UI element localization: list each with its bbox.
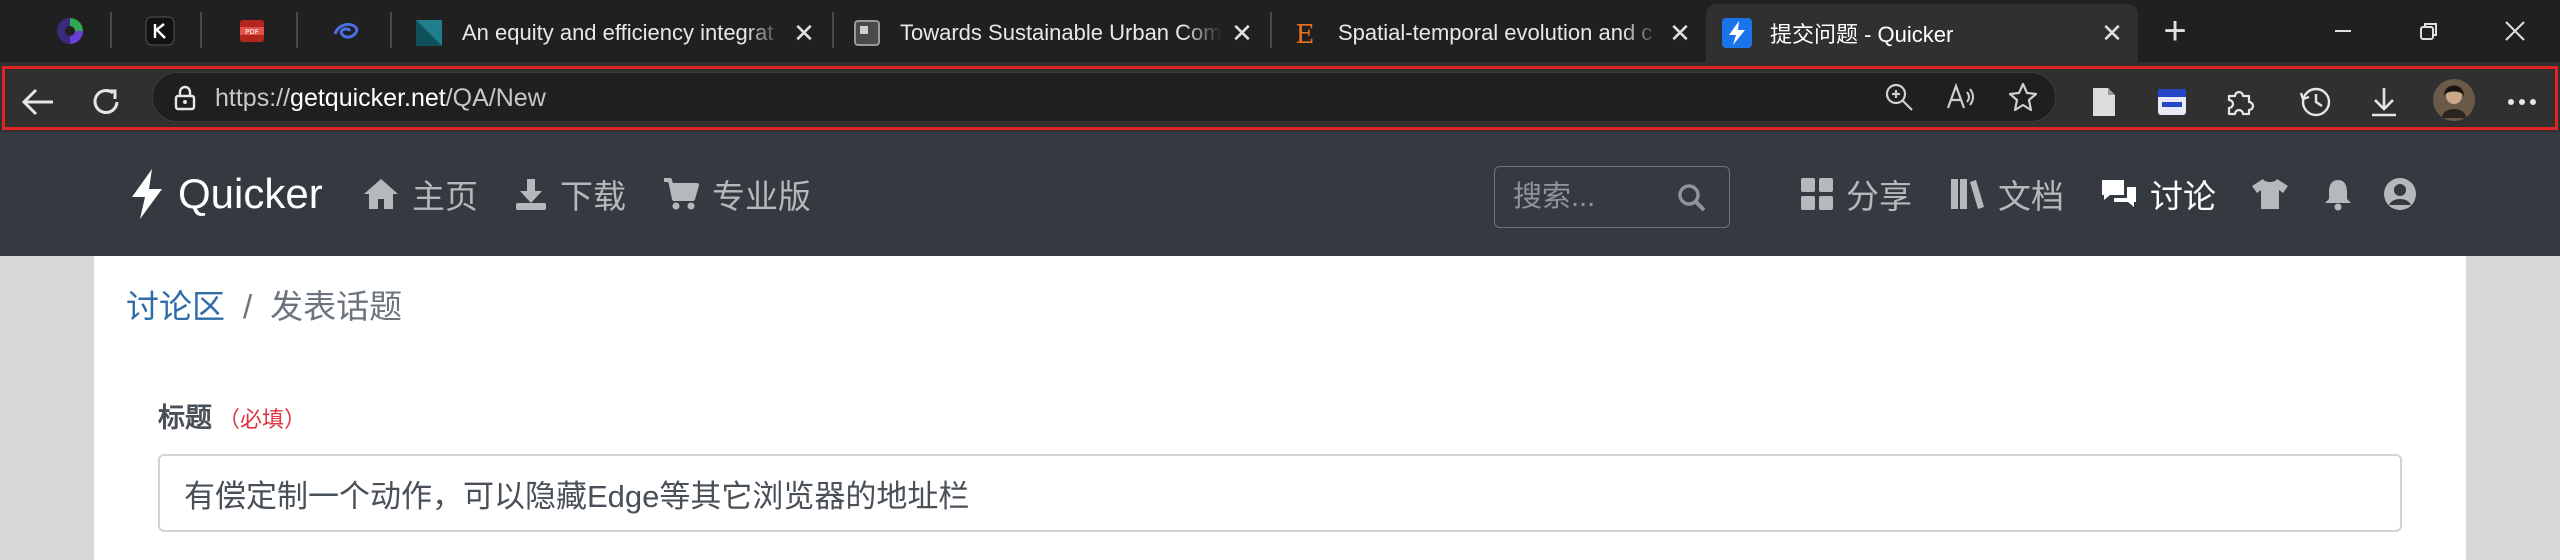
favorite-button[interactable] (1999, 73, 2047, 121)
tshirt-icon (2252, 179, 2288, 209)
site-brand-link[interactable]: Quicker (128, 164, 323, 224)
nav-discuss[interactable]: 讨论 (2100, 170, 2216, 218)
breadcrumb-link-forum[interactable]: 讨论区 (126, 288, 225, 325)
comments-icon (2102, 180, 2136, 207)
avatar (2433, 79, 2475, 121)
download-icon (2372, 88, 2396, 117)
swirl-logo-icon (333, 23, 359, 39)
grid-icon (1801, 178, 1833, 210)
window-panel-icon (2158, 89, 2186, 115)
home-icon (364, 179, 398, 209)
minimize-button[interactable] (2300, 0, 2386, 62)
tab-title: 提交问题 - Quicker (1770, 22, 1954, 47)
elsevier-icon: E (1290, 18, 1320, 48)
restore-icon (2420, 23, 2437, 40)
minimize-icon (2335, 30, 2351, 32)
search-input[interactable] (1495, 167, 1675, 227)
required-marker: （必填） (218, 407, 307, 432)
puzzle-icon (2227, 90, 2255, 116)
k-logo-icon (145, 16, 175, 46)
site-navbar: Quicker 主页 下载 专业版 分享 文档 讨论 (0, 132, 2560, 256)
more-dots-icon (2508, 99, 2536, 105)
tab-quicker-active[interactable]: 提交问题 - Quicker ✕ (1706, 4, 2138, 62)
nav-download[interactable]: 下载 (514, 170, 626, 218)
pinned-tab-swirl[interactable] (320, 8, 372, 54)
tab-title: An equity and efficiency integrat (462, 20, 774, 45)
refresh-button[interactable] (82, 78, 130, 126)
tab-sustainable-urban[interactable]: Towards Sustainable Urban Com ✕ (836, 4, 1268, 62)
new-tab-button[interactable]: + (2152, 8, 2198, 54)
extension-window-button[interactable] (2148, 78, 2196, 126)
nav-notifications[interactable] (2314, 170, 2362, 218)
close-icon (2505, 21, 2525, 41)
colorful-app-icon (57, 18, 83, 44)
page-viewport: Quicker 主页 下载 专业版 分享 文档 讨论 (0, 132, 2560, 560)
cart-icon (664, 178, 699, 210)
nav-home[interactable]: 主页 (362, 170, 478, 218)
tab-spatial-temporal[interactable]: E Spatial-temporal evolution and c ✕ (1274, 4, 1706, 62)
bell-icon (2325, 180, 2351, 211)
browser-tab-strip: PDF An equity and efficiency integrat ✕ … (0, 0, 2560, 62)
user-circle-icon (2384, 178, 2416, 210)
history-button[interactable] (2292, 78, 2340, 126)
breadcrumb-current: 发表话题 (270, 288, 403, 325)
back-arrow-icon (21, 88, 53, 116)
tab-equity-paper[interactable]: An equity and efficiency integrat ✕ (398, 4, 830, 62)
profile-button[interactable] (2430, 76, 2478, 124)
books-icon (1951, 179, 1984, 209)
window-close-button[interactable] (2472, 0, 2558, 62)
extensions-button[interactable] (2216, 78, 2264, 126)
download-icon (516, 179, 546, 210)
tab-title: Spatial-temporal evolution and c (1338, 20, 1653, 45)
back-button[interactable] (14, 78, 62, 126)
url-text[interactable]: https://getquicker.net/QA/New (215, 73, 546, 123)
svg-text:E: E (1296, 20, 1315, 48)
downloads-button[interactable] (2360, 78, 2408, 126)
star-icon (2008, 82, 2038, 112)
pinned-tab-k[interactable] (134, 8, 186, 54)
address-bar[interactable]: https://getquicker.net/QA/New (152, 72, 2056, 122)
refresh-icon (93, 89, 119, 114)
breadcrumb: 讨论区 / 发表话题 (126, 280, 402, 328)
zoom-button[interactable] (1875, 73, 1923, 121)
read-aloud-icon (1946, 82, 1974, 109)
brand-name: Quicker (178, 170, 323, 217)
close-icon[interactable]: ✕ (784, 13, 824, 53)
title-field-label: 标题 （必填） (158, 403, 307, 433)
history-icon (2299, 87, 2331, 117)
extension-page-button[interactable] (2080, 78, 2128, 126)
restore-button[interactable] (2386, 0, 2472, 62)
pinned-tab-app[interactable] (44, 8, 96, 54)
pdf-icon: PDF (240, 20, 264, 42)
nav-shirt[interactable] (2246, 170, 2294, 218)
lock-icon[interactable] (173, 85, 197, 111)
pinned-tab-pdf[interactable]: PDF (226, 8, 278, 54)
svg-text:PDF: PDF (245, 28, 259, 36)
breadcrumb-separator: / (243, 288, 253, 325)
read-aloud-button[interactable] (1937, 73, 1985, 121)
document-icon (2093, 88, 2115, 116)
journal-teal-icon (414, 18, 444, 48)
zoom-icon (1885, 83, 1913, 111)
nav-user[interactable] (2376, 170, 2424, 218)
search-icon[interactable] (1677, 183, 1707, 213)
close-icon[interactable]: ✕ (2092, 13, 2132, 53)
journal-page-icon (852, 18, 882, 48)
title-input[interactable] (158, 454, 2402, 532)
nav-share[interactable]: 分享 (1800, 170, 1912, 218)
more-menu-button[interactable] (2498, 78, 2546, 126)
quicker-lightning-icon (132, 169, 162, 219)
site-search-box (1494, 166, 1730, 228)
tab-title: Towards Sustainable Urban Com (900, 20, 1222, 45)
close-icon[interactable]: ✕ (1222, 13, 1262, 53)
nav-docs[interactable]: 文档 (1950, 170, 2064, 218)
nav-pro[interactable]: 专业版 (662, 170, 811, 218)
close-icon[interactable]: ✕ (1660, 13, 1700, 53)
quicker-lightning-icon (1722, 18, 1752, 48)
